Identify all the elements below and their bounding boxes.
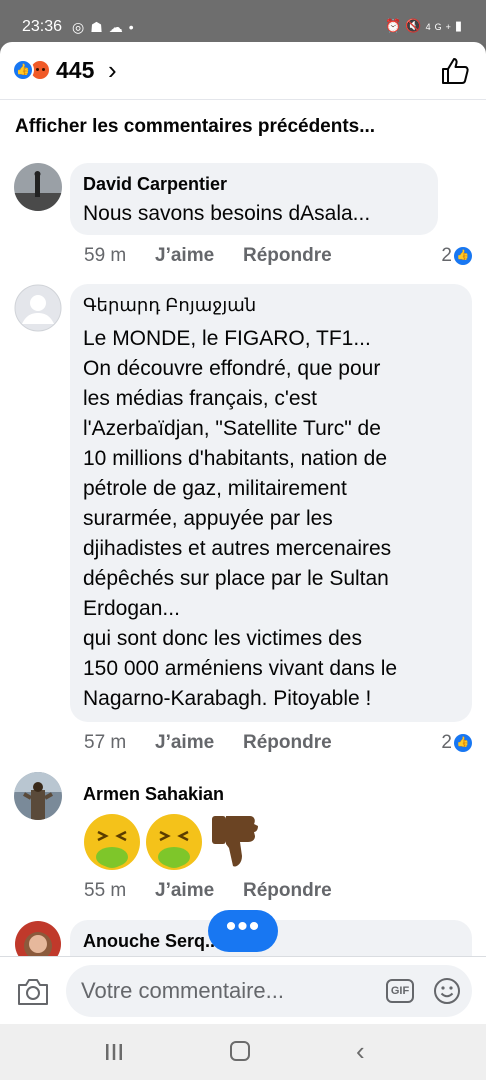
- cloud-icon: ☁: [108, 19, 129, 35]
- comment-time: 59 m: [84, 245, 127, 266]
- emoji-icon[interactable]: [433, 977, 461, 1005]
- comment-time: 55 m: [84, 880, 127, 901]
- camera-icon[interactable]: [16, 977, 50, 1007]
- comment-bubble[interactable]: David Carpentier Nous savons besoins dAs…: [70, 163, 438, 235]
- comment-reaction-count[interactable]: 2 👍: [441, 244, 472, 268]
- whatsapp-icon: ◎: [72, 19, 91, 35]
- comment-composer: GIF: [0, 956, 486, 1024]
- comments-sheet: 👍 445 › Afficher les commentaires précéd…: [0, 42, 486, 1024]
- like-reaction-icon: 👍: [12, 59, 34, 81]
- notification-icons: ◎☗☁•: [72, 18, 140, 36]
- vomiting-face-emoji: [84, 814, 140, 870]
- default-avatar-icon: [14, 284, 62, 332]
- recents-icon[interactable]: [104, 1042, 124, 1062]
- gif-button[interactable]: GIF: [386, 979, 414, 1003]
- back-icon[interactable]: ‹: [356, 1038, 365, 1064]
- chevron-right-icon[interactable]: ›: [108, 57, 117, 83]
- comment-time: 57 m: [84, 732, 127, 753]
- emoji-stickers: [84, 814, 258, 870]
- status-bar: 23:36 ◎☗☁• ⏰🔇4G+▮: [0, 0, 486, 44]
- vomiting-face-emoji: [146, 814, 202, 870]
- like-reaction-icon: 👍: [454, 733, 472, 752]
- comment-text: Le MONDE, le FIGARO, TF1... On découvre …: [83, 327, 398, 710]
- avatar-image: [14, 163, 62, 211]
- comments-header: 👍 445 ›: [0, 42, 486, 100]
- alarm-icon: ⏰: [385, 18, 406, 33]
- reply-button[interactable]: Répondre: [243, 731, 332, 755]
- thumbs-up-icon[interactable]: [440, 56, 470, 86]
- avatar-image: [14, 772, 62, 820]
- navigation-bar: ‹: [0, 1024, 486, 1080]
- like-reaction-icon: 👍: [454, 246, 472, 265]
- thumbs-down-emoji: [212, 816, 258, 867]
- reaction-count-value: 2: [441, 732, 452, 753]
- reply-button[interactable]: Répondre: [243, 879, 332, 903]
- mute-icon: 🔇: [405, 18, 426, 33]
- comment-author[interactable]: Armen Sahakian: [83, 783, 224, 805]
- comment-reaction-count[interactable]: 2 👍: [441, 731, 472, 755]
- reaction-count-value: 2: [441, 245, 452, 266]
- comment-text: Nous savons besoins dAsala...: [83, 202, 371, 225]
- comment-author[interactable]: Anouche Serq...: [83, 930, 220, 952]
- avatar[interactable]: [14, 284, 62, 332]
- sticker-row: [82, 812, 262, 872]
- like-button[interactable]: J’aime: [155, 244, 214, 268]
- avatar[interactable]: [14, 163, 62, 211]
- comment-bubble[interactable]: Գերարդ Բոյաջյան Le MONDE, le FIGARO, TF1…: [70, 284, 472, 722]
- comment-author[interactable]: David Carpentier: [83, 173, 227, 195]
- system-icons: ⏰🔇4G+▮: [385, 17, 466, 36]
- more-options-button[interactable]: •••: [208, 910, 278, 952]
- like-button[interactable]: J’aime: [155, 879, 214, 903]
- battery-icon: ▮: [454, 18, 466, 33]
- show-previous-comments-link[interactable]: Afficher les commentaires précédents...: [15, 115, 375, 139]
- reply-button[interactable]: Répondre: [243, 244, 332, 268]
- avatar[interactable]: [14, 772, 62, 820]
- home-icon[interactable]: [230, 1041, 250, 1061]
- contacts-icon: ☗: [90, 19, 109, 35]
- status-time: 23:36: [22, 18, 63, 35]
- comment-author[interactable]: Գերարդ Բոյաջյան: [83, 294, 256, 316]
- dot-icon: •: [128, 19, 140, 35]
- signal-4g-icon: 4G+: [425, 22, 455, 32]
- like-button[interactable]: J’aime: [155, 731, 214, 755]
- reaction-count[interactable]: 445: [56, 56, 94, 84]
